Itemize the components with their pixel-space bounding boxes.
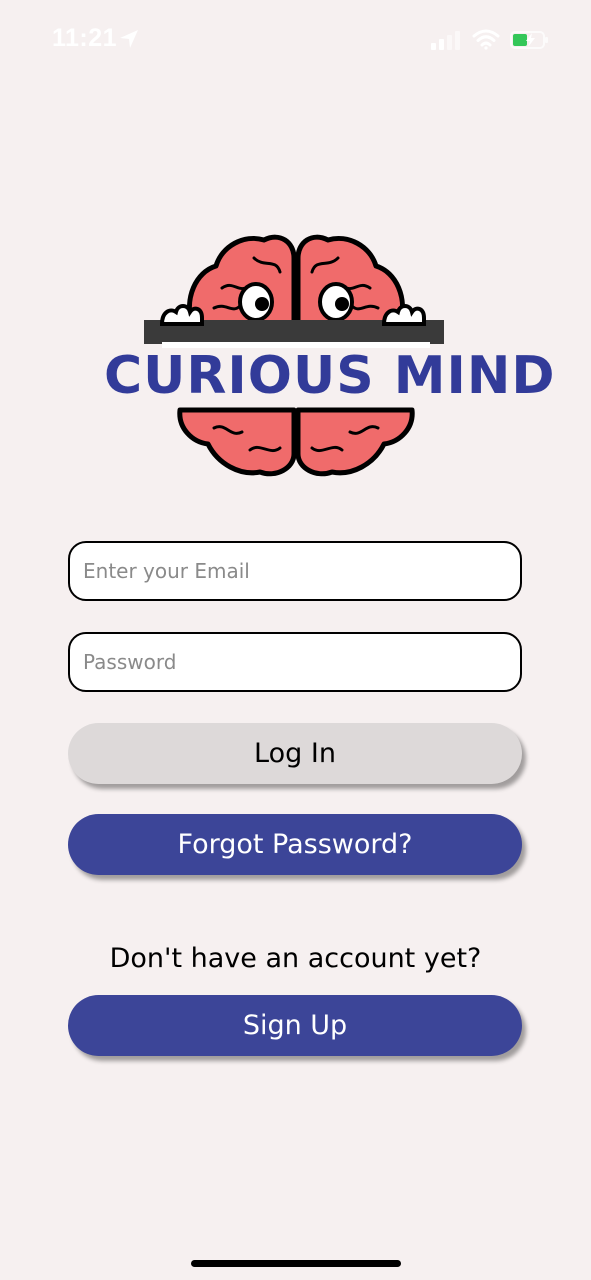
curious-mind-logo: CURIOUS MIND: [104, 228, 556, 484]
forgot-password-button[interactable]: Forgot Password?: [68, 814, 522, 875]
cellular-signal-icon: [431, 31, 460, 50]
logo-text: CURIOUS MIND: [104, 346, 556, 406]
wifi-icon: [472, 29, 500, 50]
status-bar: 11:21: [0, 0, 591, 80]
battery-charging-icon: [510, 31, 548, 49]
status-time: 11:21: [52, 24, 118, 52]
signup-prompt: Don't have an account yet?: [109, 943, 482, 974]
home-indicator[interactable]: [191, 1260, 401, 1267]
sign-up-button[interactable]: Sign Up: [68, 995, 522, 1056]
email-field[interactable]: [68, 541, 522, 601]
log-in-button[interactable]: Log In: [68, 723, 522, 784]
password-field[interactable]: [68, 632, 522, 692]
location-arrow-icon: [120, 30, 138, 48]
